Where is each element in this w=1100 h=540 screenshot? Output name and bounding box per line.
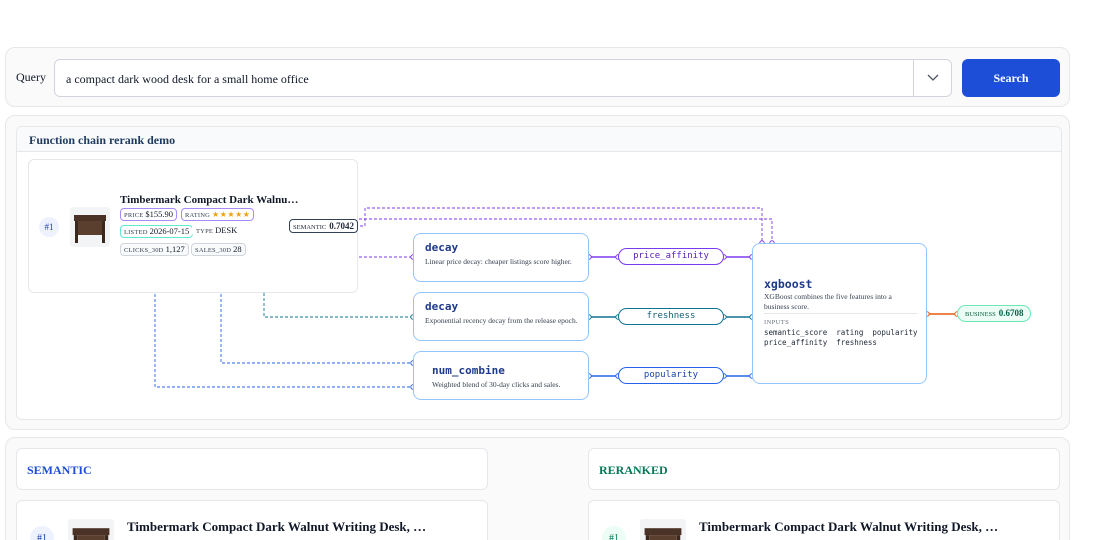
listed-chip: LISTED 2026-07-15	[120, 225, 194, 238]
clicks-chip: CLICKS_30D 1,127	[120, 243, 189, 256]
clicks-key: CLICKS_30D	[124, 247, 164, 254]
desk-image	[644, 528, 682, 540]
sales-chip: SALES_30D 28	[191, 243, 246, 256]
semantic-value: 0.7042	[329, 221, 354, 231]
reranked-column-header: RERANKED	[588, 448, 1060, 490]
desk-image	[72, 528, 110, 540]
inputs-line-1: semantic_score rating popularity	[764, 328, 918, 337]
rank-badge: #1	[39, 217, 59, 237]
semantic-key: SEMANTIC	[293, 224, 327, 231]
node-desc: Linear price decay: cheaper listings sco…	[425, 257, 572, 266]
node-xgboost[interactable]: xgboost XGBoost combines the five featur…	[752, 243, 927, 384]
product-thumbnail	[68, 519, 114, 540]
node-decay-price[interactable]: decay Linear price decay: cheaper listin…	[413, 233, 589, 282]
product-name: Timbermark Compact Dark Walnu…	[120, 194, 299, 206]
clicks-value: 1,127	[165, 244, 185, 254]
feature-price-affinity: price_affinity	[618, 248, 724, 265]
reranked-result-card[interactable]: #1 Timbermark Compact Dark Walnut Writin…	[588, 500, 1060, 540]
sales-key: SALES_30D	[195, 247, 232, 254]
semantic-score-chip: SEMANTIC 0.7042	[289, 219, 358, 233]
query-input[interactable]: a compact dark wood desk for a small hom…	[54, 59, 952, 97]
desk-image	[74, 215, 106, 243]
results-panel: SEMANTIC RERANKED #1 Timbermark Compact …	[5, 437, 1070, 540]
listed-value: 2026-07-15	[149, 226, 190, 236]
type-key: TYPE	[196, 228, 214, 235]
divider	[764, 313, 918, 314]
sales-value: 28	[233, 244, 242, 254]
rating-chip: RATING ★★★★★	[181, 208, 255, 221]
node-num-combine[interactable]: num_combine Weighted blend of 30-day cli…	[413, 351, 589, 400]
feature-freshness: freshness	[618, 308, 724, 325]
product-thumbnail	[640, 519, 686, 540]
node-desc: XGBoost combines the five features into …	[764, 292, 892, 311]
node-name: decay	[425, 241, 459, 254]
node-name: decay	[425, 300, 459, 313]
type-chip: TYPE DESK	[192, 224, 242, 237]
business-value: 0.6708	[998, 308, 1024, 318]
rating-key: RATING	[185, 212, 211, 219]
node-desc: Exponential recency decay from the relea…	[425, 316, 578, 325]
rating-stars-icon: ★★★★★	[212, 210, 251, 219]
demo-panel: Function chain rerank demo #1 Timbermark…	[5, 115, 1070, 430]
query-dropdown-toggle[interactable]	[913, 60, 951, 96]
search-button[interactable]: Search	[962, 59, 1060, 97]
node-decay-recency[interactable]: decay Exponential recency decay from the…	[413, 292, 589, 341]
rank-badge: #1	[602, 526, 626, 540]
product-name: Timbermark Compact Dark Walnut Writing D…	[127, 519, 427, 534]
feature-popularity: popularity	[618, 367, 724, 384]
chevron-down-icon	[927, 74, 938, 81]
type-value: DESK	[215, 225, 238, 235]
inputs-line-2: price_affinity freshness	[764, 338, 877, 347]
demo-canvas: Function chain rerank demo #1 Timbermark…	[16, 126, 1062, 420]
node-name: num_combine	[432, 364, 505, 377]
query-label: Query	[16, 70, 46, 84]
node-name: xgboost	[764, 277, 813, 291]
price-value: $155.90	[145, 209, 174, 219]
inputs-label: INPUTS	[764, 319, 790, 326]
price-chip: PRICE $155.90	[120, 208, 178, 221]
query-text[interactable]: a compact dark wood desk for a small hom…	[66, 72, 309, 87]
price-key: PRICE	[124, 212, 144, 219]
semantic-result-card[interactable]: #1 Timbermark Compact Dark Walnut Writin…	[16, 500, 488, 540]
business-key: BUSINESS	[965, 311, 996, 318]
query-panel: Query a compact dark wood desk for a sma…	[5, 47, 1070, 107]
product-thumbnail	[70, 207, 110, 247]
business-score-chip: BUSINESS 0.6708	[957, 305, 1032, 322]
semantic-column-title: SEMANTIC	[27, 463, 92, 477]
node-desc: Weighted blend of 30-day clicks and sale…	[432, 380, 561, 389]
product-name: Timbermark Compact Dark Walnut Writing D…	[699, 519, 999, 534]
semantic-column-header: SEMANTIC	[16, 448, 488, 490]
listed-key: LISTED	[124, 229, 148, 236]
rank-badge: #1	[30, 526, 54, 540]
reranked-column-title: RERANKED	[599, 463, 668, 477]
